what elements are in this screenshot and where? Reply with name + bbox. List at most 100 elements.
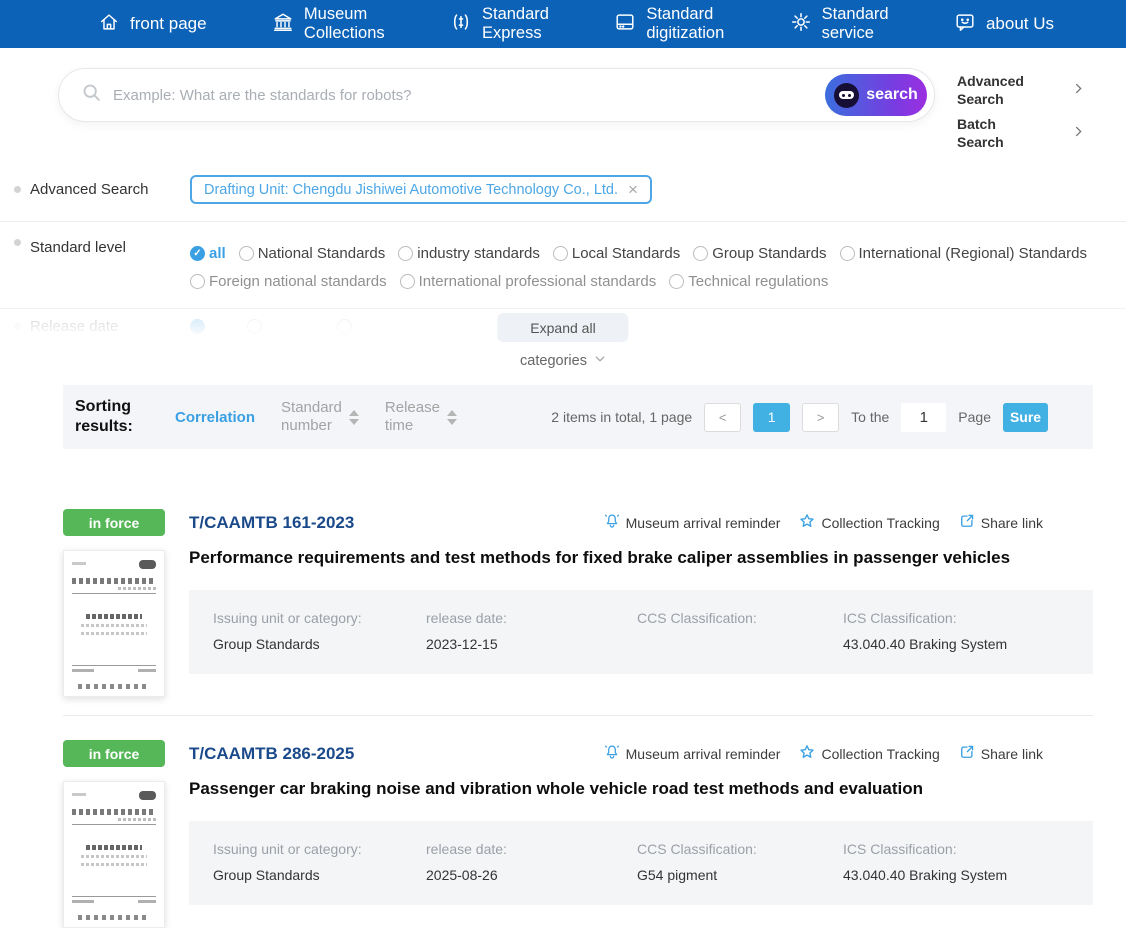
museum-icon xyxy=(272,11,294,38)
standard-title-link[interactable]: Performance requirements and test method… xyxy=(189,548,1093,568)
search-quick-links: Advanced Search Batch Search xyxy=(957,68,1085,151)
share-link-button[interactable]: Share link xyxy=(958,743,1043,764)
card-right-column: T/CAAMTB 286-2025 Museum arrival reminde… xyxy=(189,740,1093,928)
radio-icon xyxy=(190,273,205,289)
nav-label: about Us xyxy=(985,14,1054,34)
categories-toggle[interactable]: categories xyxy=(520,353,606,369)
page-word-label: Page xyxy=(958,409,991,425)
standard-info-panel: Issuing unit or category: Group Standard… xyxy=(189,590,1093,674)
search-button[interactable]: search xyxy=(825,74,927,116)
prev-page-button[interactable]: < xyxy=(704,402,742,432)
info-label: release date: xyxy=(426,841,507,857)
status-badge: in force xyxy=(63,740,165,767)
radio-label: Technical regulations xyxy=(688,272,829,290)
search-bar: search xyxy=(58,68,935,122)
info-issuing: Issuing unit or category: Group Standard… xyxy=(213,841,426,884)
info-value xyxy=(637,636,843,653)
bell-icon xyxy=(603,512,621,533)
radio-checked-icon: ✓ xyxy=(190,245,205,261)
radio-label: International (Regional) Standards xyxy=(858,244,1087,262)
chevron-down-icon xyxy=(594,353,606,369)
share-link-button[interactable]: Share link xyxy=(958,512,1043,533)
robot-icon xyxy=(834,82,860,108)
radio-icon xyxy=(839,245,855,261)
drafting-unit-filter-tag: Drafting Unit: Chengdu Jishiwei Automoti… xyxy=(190,175,652,204)
radio-local-standards[interactable]: Local Standards xyxy=(552,244,681,262)
radio-technical-regulations[interactable]: Technical regulations xyxy=(669,273,828,290)
sort-option-label: Release time xyxy=(384,399,440,434)
collection-tracking-button[interactable]: Collection Tracking xyxy=(798,512,940,533)
pagination: 2 items in total, 1 page < 1 > To the Pa… xyxy=(551,402,1048,432)
info-value: G54 pigment xyxy=(637,867,718,883)
radio-foreign-national-standards[interactable]: Foreign national standards xyxy=(190,273,387,290)
radio-icon xyxy=(238,245,254,261)
nav-item-about-us[interactable]: about Us xyxy=(954,11,1054,38)
digitization-icon xyxy=(614,11,636,38)
expand-all-button[interactable]: Expand all xyxy=(497,313,629,342)
info-ics: ICS Classification: 43.040.40 Braking Sy… xyxy=(843,841,1093,884)
search-input[interactable] xyxy=(113,86,825,104)
standard-title-link[interactable]: Passenger car braking noise and vibratio… xyxy=(189,779,1093,799)
batch-search-label: Batch Search xyxy=(957,116,1004,150)
radio-industry-standards[interactable]: industry standards xyxy=(398,245,540,262)
radio-label: all xyxy=(209,244,226,262)
museum-arrival-reminder-button[interactable]: Museum arrival reminder xyxy=(603,512,780,533)
batch-search-link[interactable]: Batch Search xyxy=(957,116,1085,151)
standard-code-link[interactable]: T/CAAMTB 286-2025 xyxy=(189,744,354,764)
radio-international-regional-standards[interactable]: International (Regional) Standards xyxy=(839,244,1087,262)
advanced-search-link[interactable]: Advanced Search xyxy=(957,73,1085,108)
nav-label: Standard digitization xyxy=(646,5,725,42)
close-icon[interactable]: × xyxy=(628,181,638,198)
nav-item-standard-express[interactable]: Standard Express xyxy=(450,5,549,43)
standard-level-options: ✓ all National Standards industry standar… xyxy=(190,239,1126,295)
radio-group-standards[interactable]: Group Standards xyxy=(693,245,827,262)
info-label: Issuing unit or category: xyxy=(213,841,362,857)
radio-icon xyxy=(552,245,568,261)
info-release-date: release date: 2023-12-15 xyxy=(426,610,637,653)
sure-button[interactable]: Sure xyxy=(1003,402,1048,432)
radio-all[interactable]: ✓ all xyxy=(190,245,226,262)
sort-arrows-icon xyxy=(348,409,359,425)
nav-label: Standard Express xyxy=(481,5,549,42)
action-label: Share link xyxy=(980,514,1043,531)
info-ics: ICS Classification: 43.040.40 Braking Sy… xyxy=(843,610,1093,653)
radio-label: International professional standards xyxy=(418,272,657,290)
info-ccs: CCS Classification: G54 pigment xyxy=(637,841,843,884)
categories-label: categories xyxy=(520,353,587,369)
chevron-right-icon xyxy=(1072,82,1085,100)
radio-icon xyxy=(399,273,415,289)
filter-tag-text: Drafting Unit: Chengdu Jishiwei Automoti… xyxy=(204,181,619,198)
sort-release-time[interactable]: Release time xyxy=(385,399,457,435)
nav-item-museum-collections[interactable]: Museum Collections xyxy=(272,5,385,43)
home-icon xyxy=(98,11,120,38)
search-button-label: search xyxy=(866,86,918,103)
info-release-date: release date: 2025-08-26 xyxy=(426,841,637,884)
museum-arrival-reminder-button[interactable]: Museum arrival reminder xyxy=(603,743,780,764)
info-value: Group Standards xyxy=(213,636,320,652)
sort-standard-number[interactable]: Standard number xyxy=(281,399,359,435)
level-options-row-2: Foreign national standards International… xyxy=(190,267,1126,295)
collection-tracking-button[interactable]: Collection Tracking xyxy=(798,743,940,764)
next-page-button[interactable]: > xyxy=(802,402,840,432)
nav-item-front-page[interactable]: front page xyxy=(98,11,207,38)
radio-label: Local Standards xyxy=(571,244,681,262)
radio-national-standards[interactable]: National Standards xyxy=(238,244,386,262)
nav-item-standard-service[interactable]: Standard service xyxy=(790,5,889,43)
service-gear-icon xyxy=(790,11,812,38)
result-card-2: in force T/CAAMTB 286-2025 Museum arriva… xyxy=(63,740,1093,928)
sort-correlation[interactable]: Correlation xyxy=(175,409,255,426)
goto-page-input[interactable] xyxy=(901,402,947,432)
radio-label: National Standards xyxy=(257,244,386,262)
search-section: search Advanced Search Batch Search xyxy=(0,48,1126,151)
standard-document-thumbnail[interactable] xyxy=(63,781,165,928)
page-1-button[interactable]: 1 xyxy=(753,402,791,432)
radio-icon xyxy=(693,245,709,261)
standard-document-thumbnail[interactable] xyxy=(63,550,165,697)
card-left-column: in force xyxy=(63,509,165,697)
standard-code-link[interactable]: T/CAAMTB 161-2023 xyxy=(189,513,354,533)
radio-international-professional-standards[interactable]: International professional standards xyxy=(399,272,657,290)
card-actions: Museum arrival reminder Collection Track… xyxy=(603,512,1043,533)
radio-icon xyxy=(398,245,414,261)
nav-item-standard-digitization[interactable]: Standard digitization xyxy=(614,5,724,43)
bullet-icon xyxy=(14,239,21,246)
